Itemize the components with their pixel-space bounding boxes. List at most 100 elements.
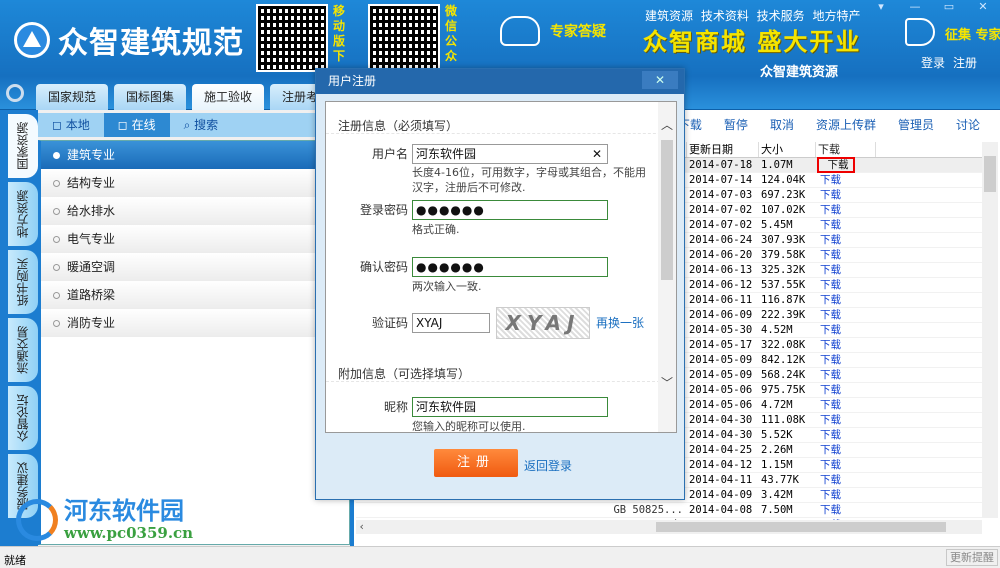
- download-link[interactable]: 下载: [816, 443, 876, 457]
- collect-experts-link[interactable]: 征集 专家: [945, 24, 1000, 43]
- download-link[interactable]: 下载: [816, 353, 876, 367]
- back-to-login-link[interactable]: 返回登录: [524, 457, 572, 474]
- update-reminder-button[interactable]: 更新提醒: [946, 549, 998, 566]
- category-fire[interactable]: 消防专业: [41, 309, 349, 337]
- category-roads-bridges[interactable]: 道路桥梁: [41, 281, 349, 309]
- menu-dropdown-button[interactable]: ▾: [864, 0, 898, 16]
- captcha-field[interactable]: XYAJ: [412, 313, 490, 333]
- side-tab-books[interactable]: 纸书购买: [8, 250, 38, 314]
- dialog-scrollbar[interactable]: ︿ ﹀: [658, 102, 676, 432]
- register-button[interactable]: 注册: [434, 449, 518, 477]
- online-button[interactable]: ◻ 在线: [103, 113, 170, 137]
- watermark-url: www.pc0359.cn: [64, 524, 194, 542]
- download-link[interactable]: 下载: [816, 458, 876, 472]
- table-vertical-scrollbar[interactable]: [982, 142, 998, 518]
- download-link[interactable]: 下载: [816, 338, 876, 352]
- password-field[interactable]: ●●●●●●: [412, 200, 608, 220]
- col-size[interactable]: 大小: [759, 142, 816, 157]
- download-link[interactable]: 下载: [816, 263, 876, 277]
- download-link[interactable]: 下载: [816, 488, 876, 502]
- nickname-field[interactable]: 河东软件园: [412, 397, 608, 417]
- side-tab-forum[interactable]: 众智论坛: [8, 386, 38, 450]
- scroll-down-icon[interactable]: ﹀: [661, 374, 673, 391]
- dialog-close-button[interactable]: ✕: [642, 71, 678, 89]
- download-link[interactable]: 下载: [816, 428, 876, 442]
- scroll-thumb[interactable]: [656, 522, 946, 532]
- close-window-button[interactable]: ✕: [966, 0, 1000, 16]
- captcha-label: 验证码: [371, 316, 408, 330]
- download-link[interactable]: 下载: [816, 383, 876, 397]
- cell-size: 43.77K: [761, 474, 799, 486]
- register-form: 注册信息（必须填写） 用户名 河东软件园 ✕ 长度4-16位，可用数字，字母或其组…: [325, 101, 677, 433]
- side-tab-trade[interactable]: 流通交易: [8, 318, 38, 382]
- download-link[interactable]: 下载: [816, 218, 876, 232]
- qr-code-mobile[interactable]: [256, 4, 328, 72]
- download-link[interactable]: 下载: [816, 413, 876, 427]
- required-section-title: 注册信息（必须填写）: [326, 102, 676, 134]
- password-label: 登录密码: [359, 203, 408, 217]
- maximize-button[interactable]: ▭: [932, 0, 966, 16]
- category-plumbing[interactable]: 给水排水: [41, 197, 349, 225]
- download-link[interactable]: 下载: [816, 173, 876, 187]
- search-icon[interactable]: [6, 84, 24, 102]
- download-link[interactable]: 下载: [816, 233, 876, 247]
- col-download[interactable]: 下载: [816, 142, 876, 157]
- download-link[interactable]: 下载: [816, 398, 876, 412]
- username-field[interactable]: 河东软件园 ✕: [412, 144, 608, 164]
- speaker-icon[interactable]: [905, 18, 935, 46]
- cell-date: 2014-05-09: [689, 354, 753, 366]
- download-link[interactable]: 下载: [816, 248, 876, 262]
- shop-banner[interactable]: 众智商城 盛大开业: [643, 22, 861, 57]
- download-link[interactable]: 下载: [816, 293, 876, 307]
- download-link[interactable]: 下载: [816, 188, 876, 202]
- upload-group-button[interactable]: 资源上传群: [816, 116, 876, 133]
- category-hvac[interactable]: 暖通空调: [41, 253, 349, 281]
- table-row[interactable]: GB 50825... 2014-04-08 7.50M 下载: [356, 503, 982, 518]
- scroll-thumb[interactable]: [661, 140, 673, 280]
- category-electrical[interactable]: 电气专业: [41, 225, 349, 253]
- username-hint: 长度4-16位，可用数字，字母或其组合，不能用汉字，注册后不可修改.: [412, 166, 646, 194]
- login-link[interactable]: 登录: [921, 56, 945, 70]
- search-button[interactable]: ⌕ 搜索: [170, 113, 233, 137]
- scroll-thumb[interactable]: [984, 156, 996, 192]
- download-link[interactable]: 下载: [817, 157, 855, 173]
- download-link[interactable]: 下载: [816, 278, 876, 292]
- side-tab-national[interactable]: 国家资源: [8, 114, 38, 178]
- side-tab-local[interactable]: 地方资源: [8, 182, 38, 246]
- side-tabs: 国家资源 地方资源 纸书购买 流通交易 众智论坛 服务建议: [0, 110, 38, 546]
- confirm-password-field[interactable]: ●●●●●●: [412, 257, 608, 277]
- download-link[interactable]: 下载: [816, 503, 876, 517]
- confirm-password-hint: 两次输入一致.: [412, 280, 482, 293]
- download-link[interactable]: 下载: [816, 323, 876, 337]
- captcha-image[interactable]: XYAJ: [496, 307, 590, 339]
- admin-button[interactable]: 管理员: [898, 116, 934, 133]
- category-architecture[interactable]: 建筑专业: [41, 141, 349, 169]
- pause-button[interactable]: 暂停: [724, 116, 748, 133]
- scroll-up-icon[interactable]: ︿: [661, 116, 673, 133]
- cell-date: 2014-07-03: [689, 189, 753, 201]
- register-link[interactable]: 注册: [953, 56, 977, 70]
- cell-size: 222.39K: [761, 309, 806, 321]
- local-button[interactable]: ◻ 本地: [38, 113, 104, 137]
- tab-national-standards[interactable]: 国家规范: [36, 84, 109, 110]
- download-link[interactable]: 下载: [816, 308, 876, 322]
- username-value: 河东软件园: [416, 147, 477, 161]
- discussion-button[interactable]: 讨论: [956, 116, 980, 133]
- captcha-refresh-link[interactable]: 再换一张: [596, 313, 644, 339]
- col-date[interactable]: 更新日期: [687, 142, 759, 157]
- qr-code-wechat[interactable]: [368, 4, 440, 72]
- tab-standard-atlas[interactable]: 国标图集: [114, 84, 187, 110]
- minimize-button[interactable]: —: [898, 0, 932, 16]
- expert-qa-button[interactable]: 专家答疑: [500, 16, 606, 46]
- cell-date: 2014-06-24: [689, 234, 753, 246]
- clear-icon[interactable]: ✕: [592, 145, 602, 163]
- category-structure[interactable]: 结构专业: [41, 169, 349, 197]
- download-link[interactable]: 下载: [816, 368, 876, 382]
- download-link[interactable]: 下载: [816, 203, 876, 217]
- cancel-button[interactable]: 取消: [770, 116, 794, 133]
- table-horizontal-scrollbar[interactable]: ‹: [356, 520, 982, 534]
- download-link[interactable]: 下载: [816, 473, 876, 487]
- tab-construction-acceptance[interactable]: 施工验收: [192, 84, 265, 110]
- cell-size: 975.75K: [761, 384, 806, 396]
- watermark-name: 河东软件园: [64, 497, 184, 525]
